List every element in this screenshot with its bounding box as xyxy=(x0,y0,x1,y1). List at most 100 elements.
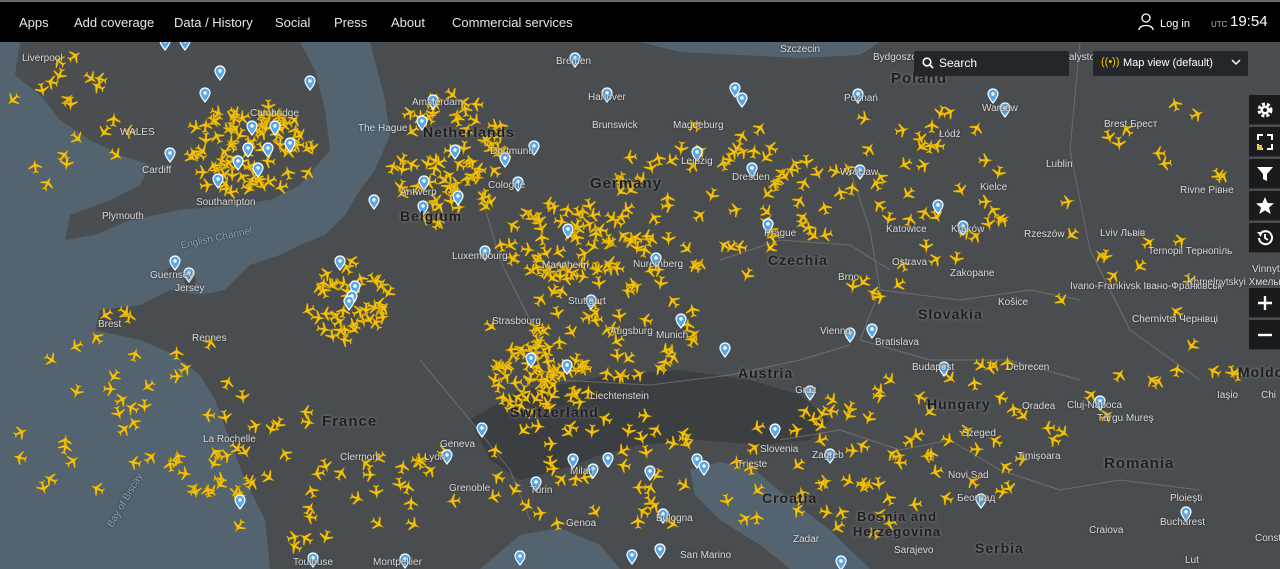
map-label: Guernsey xyxy=(150,270,194,281)
country-label: Belgium xyxy=(400,208,463,224)
map-label: Sarajevo xyxy=(894,545,934,556)
country-label: Austria xyxy=(738,365,794,381)
map-label: Szeged xyxy=(962,428,996,439)
map-label: Brest xyxy=(98,319,122,330)
country-label: Moldo xyxy=(1238,364,1280,380)
map-label: Craiova xyxy=(1089,525,1124,536)
map-label: Ostrava xyxy=(892,257,928,268)
map-label: Zakopane xyxy=(950,268,995,279)
nav-commercial-services[interactable]: Commercial services xyxy=(452,15,573,30)
search-box[interactable]: Search xyxy=(914,51,1069,76)
map-label: Dresden xyxy=(732,172,770,183)
map-label: Mannheim xyxy=(542,260,589,271)
country-label: Hungary xyxy=(927,396,991,412)
map-label: Rzeszów xyxy=(1024,229,1065,240)
chevron-down-icon xyxy=(1231,59,1241,66)
country-label: Romania xyxy=(1104,455,1175,472)
map-label: Iaşio xyxy=(1217,390,1239,401)
map-label: Amsterdam xyxy=(412,97,464,108)
map-label: Bucharest xyxy=(1160,517,1206,528)
flight-map[interactable] xyxy=(0,42,1280,569)
map-label: Southampton xyxy=(196,197,256,208)
map-label: Chi xyxy=(1261,390,1277,401)
map-view-dropdown[interactable]: ((•)) Map view (default) xyxy=(1093,51,1248,76)
map-label: Dortmund xyxy=(490,146,534,157)
nav-social[interactable]: Social xyxy=(275,15,310,30)
playback-button[interactable] xyxy=(1249,223,1280,253)
map-label: Lublin xyxy=(1046,159,1073,170)
map-label: Warsaw xyxy=(982,103,1018,114)
map-label: Bratislava xyxy=(875,337,919,348)
map-label: Kraków xyxy=(951,224,985,235)
map-label: Vienna xyxy=(820,326,851,337)
map-label: Cologne xyxy=(488,180,526,191)
bookmark-star-icon xyxy=(1255,196,1274,214)
fullscreen-icon xyxy=(1256,133,1273,150)
user-icon xyxy=(1138,13,1154,31)
fullscreen-button[interactable] xyxy=(1249,127,1280,157)
map-label: Lut xyxy=(1185,555,1199,566)
top-navigation-bar: Apps Add coverage Data / History Social … xyxy=(0,0,1280,42)
map-label: Ivano-Frankivsk Івано-Франківськ xyxy=(1070,281,1222,292)
map-label: Kielce xyxy=(980,182,1008,193)
map-label: Montpellier xyxy=(373,557,422,568)
map-label: San Marino xyxy=(680,550,732,561)
country-label: Bosnia and Herzegovina xyxy=(852,509,942,539)
zoom-in-button[interactable] xyxy=(1249,288,1280,318)
map-label: Prague xyxy=(764,228,797,239)
map-label: Munich xyxy=(656,330,689,341)
map-label: Lyon xyxy=(424,452,446,463)
settings-icon xyxy=(1257,102,1272,117)
country-label: Germany xyxy=(590,175,663,192)
map-label: Cardiff xyxy=(142,165,172,176)
map-label: Poznań xyxy=(844,93,878,104)
filter-button[interactable] xyxy=(1249,159,1280,189)
search-icon xyxy=(922,57,934,69)
map-label: Târgu Mureş xyxy=(1097,413,1154,424)
login-button[interactable]: Log in xyxy=(1138,13,1190,34)
map-label: Łódź xyxy=(939,129,961,140)
settings-button[interactable] xyxy=(1249,95,1280,125)
utc-clock: 19:54 xyxy=(1230,13,1268,30)
map-view-label: Map view (default) xyxy=(1123,57,1213,69)
country-label: Croatia xyxy=(762,490,818,506)
bookmarks-button[interactable] xyxy=(1249,191,1280,221)
map-label: Clermont xyxy=(340,452,381,463)
country-label: Slovakia xyxy=(918,306,983,322)
nav-data-history[interactable]: Data / History xyxy=(174,15,253,30)
radar-icon: ((•)) xyxy=(1101,56,1120,68)
map-label: Bremen xyxy=(556,56,592,67)
map-label: Oradea xyxy=(1022,401,1056,412)
map-label: Ploieşti xyxy=(1170,493,1203,504)
map-label: Cambridge xyxy=(250,108,299,119)
map-label: Wroclaw xyxy=(840,167,879,178)
nav-apps[interactable]: Apps xyxy=(19,15,49,30)
zoom-out-button[interactable] xyxy=(1249,320,1280,350)
map-label: Consta xyxy=(1255,533,1280,544)
map-label: Turin xyxy=(530,485,553,496)
map-label: Magdeburg xyxy=(673,120,724,131)
nav-press[interactable]: Press xyxy=(334,15,367,30)
map-label: Stuttgart xyxy=(568,296,606,307)
nav-about[interactable]: About xyxy=(391,15,425,30)
map-label: Brno xyxy=(838,272,860,283)
map-label: The Hague xyxy=(358,123,408,134)
map-label: Ternopil Тернопіль xyxy=(1148,246,1233,257)
map-label: Bologna xyxy=(656,513,693,524)
map-label: Zagreb xyxy=(812,450,844,461)
map-label: Luxembourg xyxy=(452,251,508,262)
map-label: Milan xyxy=(570,466,594,477)
nav-add-coverage[interactable]: Add coverage xyxy=(74,15,154,30)
map-label: Budapest xyxy=(912,362,955,373)
utc-label: UTC xyxy=(1211,20,1228,29)
map-label: Augsburg xyxy=(610,326,653,337)
filter-icon xyxy=(1256,166,1273,181)
map-label: Rennes xyxy=(192,333,227,344)
map-label: Hanover xyxy=(588,92,626,103)
map-label: Rivne Рівне xyxy=(1180,185,1234,196)
map-label: Trieste xyxy=(737,459,768,470)
map-label: Toulouse xyxy=(293,557,334,568)
map-label: Zadar xyxy=(793,534,820,545)
map-label: Genoa xyxy=(566,518,597,529)
map-label: Szczecin xyxy=(780,44,821,55)
